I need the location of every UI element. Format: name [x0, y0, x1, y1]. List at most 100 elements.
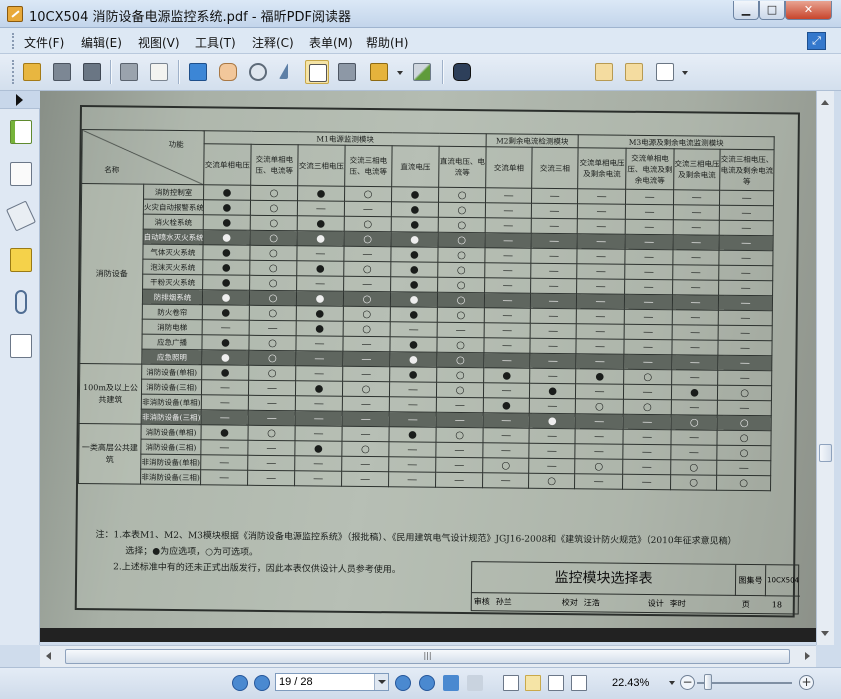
selection-mark: ○: [344, 231, 392, 247]
selection-mark: —: [625, 234, 674, 250]
selection-mark: —: [718, 295, 773, 311]
menu-view[interactable]: 视图(V): [138, 34, 180, 51]
menu-file[interactable]: 文件(F): [24, 34, 64, 51]
scroll-down-icon[interactable]: [821, 631, 829, 636]
menu-comment[interactable]: 注释(C): [252, 34, 294, 51]
open-folder-icon[interactable]: [20, 60, 44, 84]
previous-page-icon[interactable]: [254, 675, 270, 691]
selection-mark: ●: [389, 336, 438, 353]
bookmarks-icon[interactable]: [10, 120, 32, 144]
zoom-in-icon[interactable]: +: [799, 675, 814, 690]
attachments-paperclip-icon[interactable]: [15, 290, 27, 314]
selection-mark: ○: [437, 292, 485, 308]
selection-mark: —: [201, 409, 249, 426]
selection-mark: ○: [343, 261, 391, 277]
zoom-level[interactable]: 22.43%: [612, 677, 649, 689]
scroll-up-icon[interactable]: [821, 100, 829, 105]
find-next-icon[interactable]: [622, 60, 646, 84]
pdf-document-icon[interactable]: [653, 60, 677, 84]
save-as-icon[interactable]: [80, 60, 104, 84]
zoom-tool-icon[interactable]: [246, 60, 270, 84]
comments-icon[interactable]: [10, 248, 32, 272]
layers-icon[interactable]: [5, 200, 37, 232]
hand-tool-icon[interactable]: [216, 60, 240, 84]
first-page-icon[interactable]: [232, 675, 248, 691]
find-previous-icon[interactable]: [592, 60, 616, 84]
selection-mark: —: [531, 203, 578, 219]
row-name: 消防设备(单相): [141, 424, 202, 440]
row-name: 应急照明: [141, 349, 202, 365]
print-icon[interactable]: [117, 60, 141, 84]
selection-mark: —: [531, 188, 578, 204]
maximize-button[interactable]: □: [759, 1, 785, 20]
rms-lock-icon[interactable]: [367, 60, 391, 84]
zoom-slider-thumb[interactable]: [704, 674, 712, 690]
pages-thumbnail-icon[interactable]: [10, 162, 32, 186]
selection-mark: —: [389, 411, 437, 428]
zoom-out-icon[interactable]: −: [680, 675, 695, 690]
row-name: 消火栓系统: [143, 214, 204, 230]
vertical-scrollbar[interactable]: [816, 91, 834, 645]
selection-mark: ○: [249, 275, 297, 291]
continuous-view-icon[interactable]: [525, 675, 541, 691]
selection-mark: ●: [202, 259, 250, 276]
selection-mark: ○: [717, 385, 772, 401]
selection-mark: —: [672, 324, 719, 341]
vertical-scroll-thumb[interactable]: [819, 444, 832, 462]
expand-panel-icon[interactable]: [16, 94, 23, 106]
horizontal-scrollbar[interactable]: |||: [40, 645, 816, 667]
row-name: 消防控制室: [143, 184, 204, 200]
email-icon[interactable]: [147, 60, 171, 84]
horizontal-scroll-thumb[interactable]: |||: [65, 649, 790, 664]
menu-help[interactable]: 帮助(H): [366, 34, 408, 51]
menu-edit[interactable]: 编辑(E): [81, 34, 122, 51]
fullscreen-icon[interactable]: ⤢: [807, 32, 826, 50]
menu-tools[interactable]: 工具(T): [195, 34, 236, 51]
document-dropdown-icon[interactable]: [680, 60, 690, 84]
page-edge: [40, 628, 816, 642]
selection-mark: —: [717, 355, 772, 371]
sign-pen-icon[interactable]: [410, 60, 434, 84]
selection-mark: ●: [295, 380, 343, 397]
selection-mark: ○: [249, 260, 297, 276]
selection-mark: ○: [437, 247, 486, 263]
page-number-input[interactable]: 19 / 28: [275, 673, 389, 691]
selection-mark: —: [577, 188, 626, 205]
selection-mark: —: [437, 322, 485, 338]
go-back-icon[interactable]: [443, 675, 459, 691]
rms-dropdown-icon[interactable]: [395, 60, 405, 84]
selection-mark: —: [343, 246, 392, 262]
selection-mark: ○: [249, 245, 298, 261]
document-view[interactable]: 功能 名称 M1电源监测模块 M2剩余电流检测模块 M3电源及剩余电流监测模块 …: [40, 91, 816, 642]
last-page-icon[interactable]: [419, 675, 435, 691]
module-selection-table: 功能 名称 M1电源监测模块 M2剩余电流检测模块 M3电源及剩余电流监测模块 …: [78, 129, 775, 516]
select-arrow-icon[interactable]: [276, 60, 300, 84]
zoom-dropdown-icon[interactable]: [669, 681, 675, 685]
signatures-icon[interactable]: [10, 334, 32, 358]
minimize-button[interactable]: ▁: [733, 1, 759, 20]
single-page-view-icon[interactable]: [503, 675, 519, 691]
binoculars-icon[interactable]: [450, 60, 474, 84]
snapshot-camera-icon[interactable]: [335, 60, 359, 84]
scroll-right-icon[interactable]: [805, 652, 810, 660]
scroll-left-icon[interactable]: [46, 652, 51, 660]
selection-mark: —: [575, 338, 625, 355]
column-header: 交流单相电压: [203, 143, 252, 186]
selection-mark: ○: [670, 474, 717, 491]
column-header: 交流单相: [485, 146, 533, 189]
go-forward-icon[interactable]: [467, 675, 483, 691]
menu-form[interactable]: 表单(M): [309, 34, 353, 51]
continuous-facing-view-icon[interactable]: [571, 675, 587, 691]
toolbar-separator: [110, 60, 111, 84]
close-button[interactable]: ✕: [785, 1, 832, 20]
next-page-icon[interactable]: [395, 675, 411, 691]
facing-view-icon[interactable]: [548, 675, 564, 691]
page-dropdown-icon[interactable]: [374, 674, 388, 690]
selection-mark: —: [531, 218, 578, 234]
monitor-icon[interactable]: [186, 60, 210, 84]
selection-mark: ●: [575, 368, 624, 385]
selection-mark: ●: [671, 384, 718, 401]
text-select-icon[interactable]: [305, 60, 329, 84]
selection-mark: —: [295, 350, 343, 367]
save-icon[interactable]: [50, 60, 74, 84]
